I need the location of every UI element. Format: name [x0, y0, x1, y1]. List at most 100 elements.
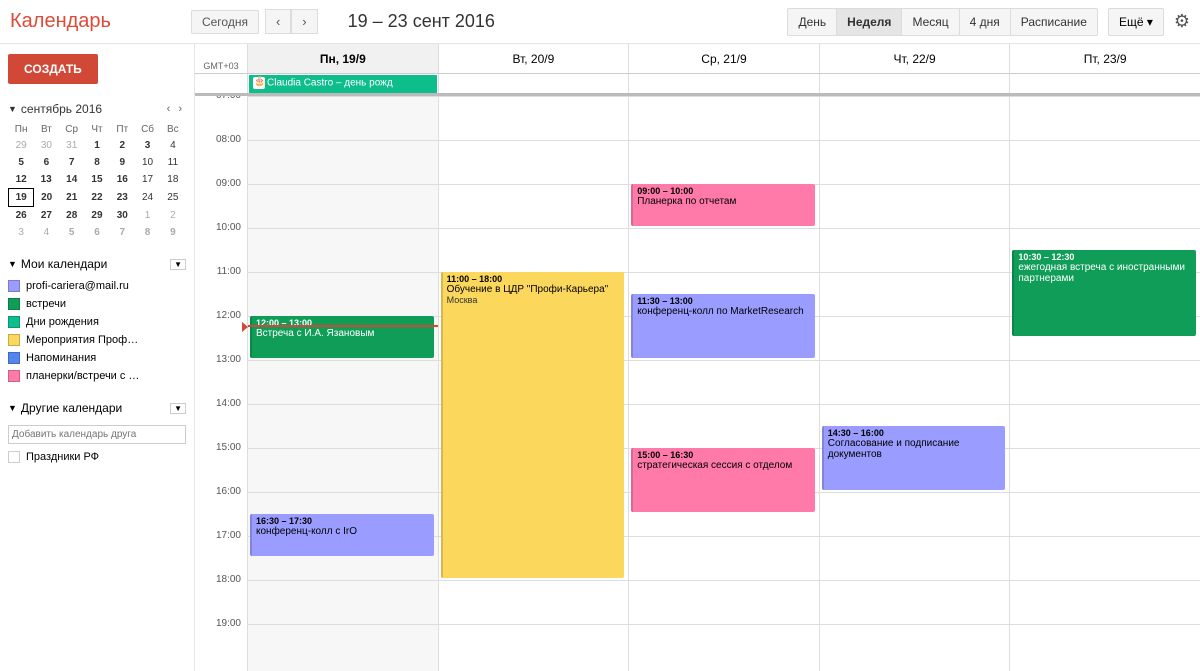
- next-button[interactable]: ›: [291, 9, 317, 34]
- mini-day-cell[interactable]: 6: [84, 224, 109, 241]
- mini-day-cell[interactable]: 8: [135, 224, 160, 241]
- add-calendar-input[interactable]: [8, 425, 186, 444]
- mini-prev-button[interactable]: ‹: [163, 103, 175, 115]
- mini-day-cell[interactable]: 10: [135, 154, 160, 171]
- day-column[interactable]: 12:00 – 13:00Встреча с И.А. Язановым 16:3…: [247, 96, 438, 671]
- mini-day-cell[interactable]: 18: [160, 171, 185, 189]
- day-header[interactable]: Чт, 22/9: [819, 44, 1010, 73]
- event-title: конференц-колл с IrO: [256, 526, 430, 537]
- view-button-неделя[interactable]: Неделя: [837, 8, 902, 36]
- calendar-event[interactable]: 16:30 – 17:30конференц-колл с IrO: [250, 514, 434, 556]
- mini-day-cell[interactable]: 1: [84, 137, 109, 154]
- view-switcher: ДеньНеделяМесяц4 дняРасписание: [787, 8, 1097, 36]
- mini-day-cell[interactable]: 12: [9, 171, 34, 189]
- day-header[interactable]: Ср, 21/9: [628, 44, 819, 73]
- settings-gear-icon[interactable]: ⚙: [1174, 11, 1190, 32]
- day-header[interactable]: Пт, 23/9: [1009, 44, 1200, 73]
- collapse-icon[interactable]: ▼: [8, 259, 17, 269]
- my-calendars-menu-icon[interactable]: ▼: [170, 259, 186, 270]
- mini-day-cell[interactable]: 1: [135, 207, 160, 225]
- allday-event[interactable]: Claudia Castro – день рожд: [249, 75, 437, 93]
- mini-day-cell[interactable]: 29: [84, 207, 109, 225]
- day-column[interactable]: 09:00 – 10:00Планерка по отчетам 11:30 – …: [628, 96, 819, 671]
- calendar-event[interactable]: 11:00 – 18:00Обучение в ЦДР "Профи-Карье…: [441, 272, 625, 578]
- view-button-4 дня[interactable]: 4 дня: [960, 8, 1011, 36]
- calendar-item[interactable]: Праздники РФ: [8, 448, 186, 466]
- mini-day-cell[interactable]: 11: [160, 154, 185, 171]
- mini-day-cell[interactable]: 2: [160, 207, 185, 225]
- mini-day-cell[interactable]: 31: [59, 137, 84, 154]
- allday-cell[interactable]: [628, 74, 819, 93]
- mini-day-cell[interactable]: 6: [34, 154, 59, 171]
- mini-day-cell[interactable]: 9: [110, 154, 135, 171]
- hour-label: 13:00: [195, 354, 247, 398]
- calendar-event[interactable]: 12:00 – 13:00Встреча с И.А. Язановым: [250, 316, 434, 358]
- today-button[interactable]: Сегодня: [191, 10, 259, 34]
- mini-day-cell[interactable]: 25: [160, 189, 185, 207]
- mini-day-cell[interactable]: 24: [135, 189, 160, 207]
- calendar-item[interactable]: планерки/встречи с …: [8, 367, 186, 385]
- day-column[interactable]: 14:30 – 16:00Согласование и подписание д…: [819, 96, 1010, 671]
- mini-day-cell[interactable]: 29: [9, 137, 34, 154]
- mini-day-cell[interactable]: 26: [9, 207, 34, 225]
- collapse-icon[interactable]: ▼: [8, 104, 17, 114]
- calendar-event[interactable]: 09:00 – 10:00Планерка по отчетам: [631, 184, 815, 226]
- app-logo[interactable]: Календарь: [10, 10, 111, 33]
- mini-day-cell[interactable]: 7: [110, 224, 135, 241]
- calendar-event[interactable]: 10:30 – 12:30ежегодная встреча с иностра…: [1012, 250, 1196, 336]
- mini-day-cell[interactable]: 20: [34, 189, 59, 207]
- calendar-label: встречи: [26, 298, 66, 310]
- collapse-icon[interactable]: ▼: [8, 403, 17, 413]
- day-column[interactable]: 11:00 – 18:00Обучение в ЦДР "Профи-Карье…: [438, 96, 629, 671]
- calendar-event[interactable]: 15:00 – 16:30стратегическая сессия с отд…: [631, 448, 815, 512]
- mini-day-cell[interactable]: 5: [9, 154, 34, 171]
- allday-cell[interactable]: [1009, 74, 1200, 93]
- mini-day-cell[interactable]: 17: [135, 171, 160, 189]
- calendar-item[interactable]: Напоминания: [8, 349, 186, 367]
- mini-day-cell[interactable]: 13: [34, 171, 59, 189]
- view-button-день[interactable]: День: [787, 8, 837, 36]
- prev-button[interactable]: ‹: [265, 9, 291, 34]
- day-column[interactable]: 10:30 – 12:30ежегодная встреча с иностра…: [1009, 96, 1200, 671]
- mini-day-cell[interactable]: 23: [110, 189, 135, 207]
- view-button-расписание[interactable]: Расписание: [1011, 8, 1098, 36]
- mini-day-cell[interactable]: 7: [59, 154, 84, 171]
- view-button-месяц[interactable]: Месяц: [902, 8, 959, 36]
- mini-day-cell[interactable]: 30: [34, 137, 59, 154]
- mini-day-cell[interactable]: 14: [59, 171, 84, 189]
- mini-day-cell[interactable]: 15: [84, 171, 109, 189]
- mini-day-cell[interactable]: 4: [160, 137, 185, 154]
- calendar-item[interactable]: profi-cariera@mail.ru: [8, 277, 186, 295]
- calendar-item[interactable]: встречи: [8, 295, 186, 313]
- allday-cell[interactable]: [438, 74, 629, 93]
- more-button[interactable]: Ещё ▾: [1108, 8, 1164, 36]
- day-header[interactable]: Вт, 20/9: [438, 44, 629, 73]
- calendar-item[interactable]: Дни рождения: [8, 313, 186, 331]
- mini-day-cell[interactable]: 9: [160, 224, 185, 241]
- create-button[interactable]: СОЗДАТЬ: [8, 54, 98, 84]
- calendar-color-swatch: [8, 451, 20, 463]
- calendar-event[interactable]: 11:30 – 13:00конференц-колл по MarketRes…: [631, 294, 815, 358]
- mini-day-cell[interactable]: 3: [9, 224, 34, 241]
- mini-day-cell[interactable]: 21: [59, 189, 84, 207]
- day-header[interactable]: Пн, 19/9: [247, 44, 438, 73]
- mini-day-cell[interactable]: 8: [84, 154, 109, 171]
- mini-day-cell[interactable]: 5: [59, 224, 84, 241]
- calendar-item[interactable]: Мероприятия Проф…: [8, 331, 186, 349]
- mini-day-cell[interactable]: 3: [135, 137, 160, 154]
- calendar-event[interactable]: 14:30 – 16:00Согласование и подписание д…: [822, 426, 1006, 490]
- my-calendars-title: Мои календари: [21, 257, 170, 271]
- mini-day-cell[interactable]: 28: [59, 207, 84, 225]
- mini-day-cell[interactable]: 16: [110, 171, 135, 189]
- allday-cell[interactable]: [819, 74, 1010, 93]
- mini-day-cell[interactable]: 4: [34, 224, 59, 241]
- other-calendars-menu-icon[interactable]: ▼: [170, 403, 186, 414]
- mini-day-cell[interactable]: 22: [84, 189, 109, 207]
- mini-day-cell[interactable]: 27: [34, 207, 59, 225]
- mini-day-cell[interactable]: 2: [110, 137, 135, 154]
- event-title: Встреча с И.А. Язановым: [256, 328, 430, 339]
- allday-cell[interactable]: Claudia Castro – день рожд: [247, 74, 438, 93]
- mini-day-cell[interactable]: 19: [9, 189, 34, 207]
- mini-next-button[interactable]: ›: [174, 103, 186, 115]
- mini-day-cell[interactable]: 30: [110, 207, 135, 225]
